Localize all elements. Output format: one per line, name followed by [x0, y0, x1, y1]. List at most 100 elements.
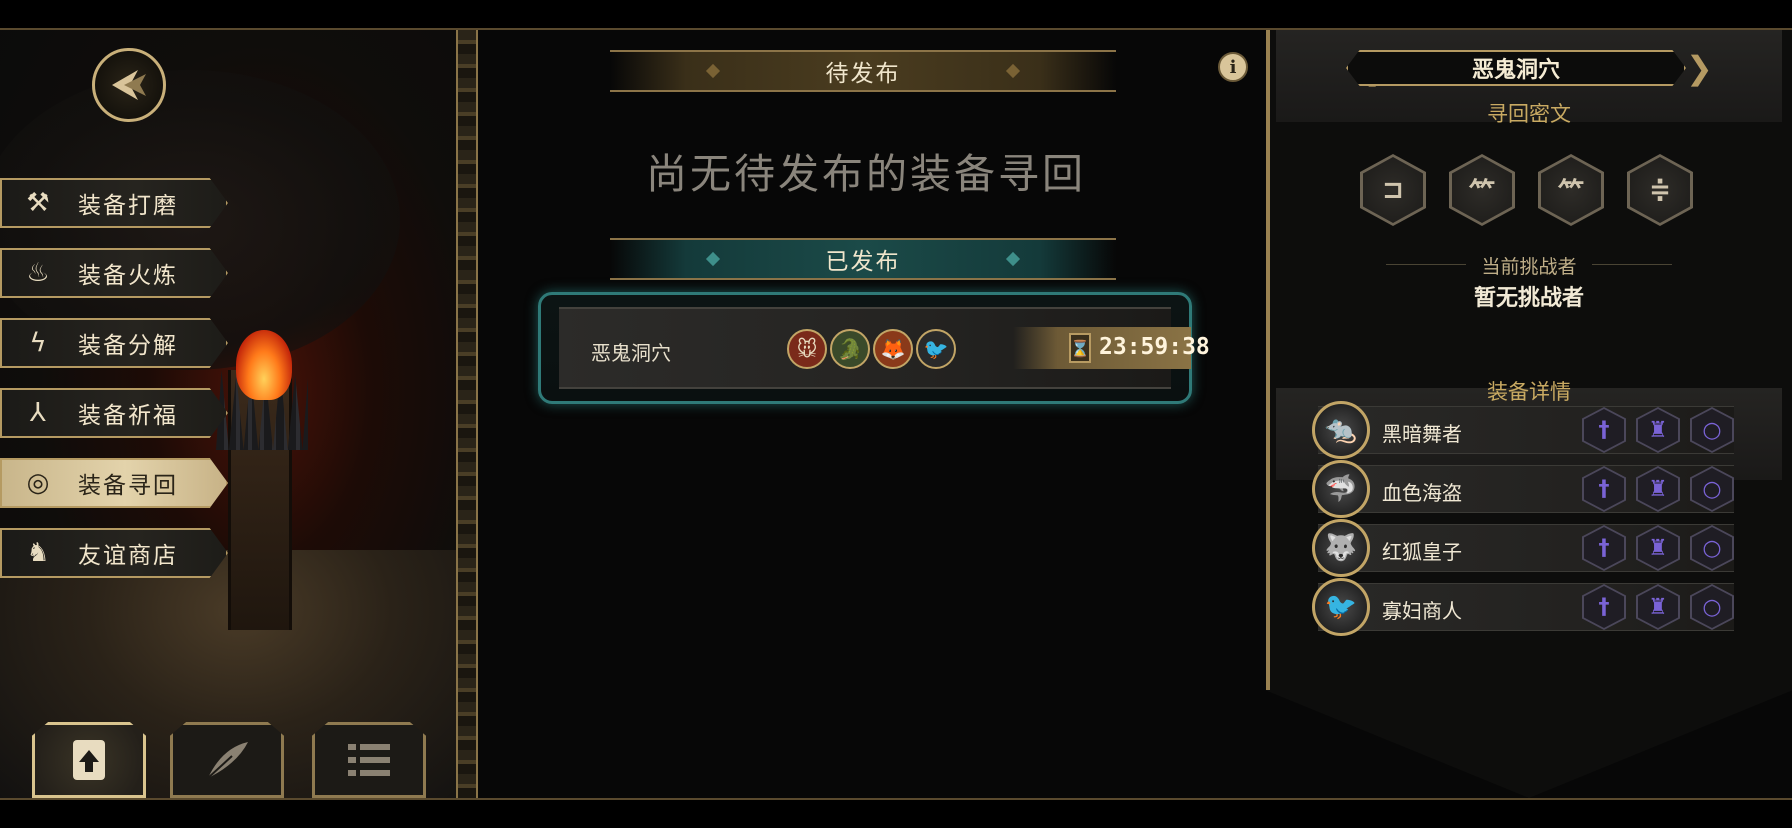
- magpie-portrait-icon: 🐦: [1312, 578, 1370, 636]
- menu-item-label: 装备分解: [78, 333, 178, 359]
- diamond-ornament: [705, 251, 721, 267]
- sword-slot-icon[interactable]: †: [1582, 525, 1626, 571]
- pending-banner: 待发布: [610, 50, 1116, 92]
- slot-glyph: ♜: [1648, 594, 1668, 620]
- ring-slot-icon[interactable]: ○: [1690, 407, 1734, 453]
- challenger-label: 当前挑战者: [1481, 256, 1577, 278]
- rune-icon: ⊐: [1382, 175, 1404, 205]
- magpie-hero-icon: 🐦: [916, 329, 956, 369]
- menu-item-1[interactable]: ♨ 装备火炼: [0, 248, 228, 298]
- ring-slot-icon[interactable]: ○: [1690, 466, 1734, 512]
- mouse-hero-icon: 🐭: [787, 329, 827, 369]
- secret-glyph-3[interactable]: ≑: [1627, 154, 1693, 226]
- armor-slot-icon[interactable]: ♜: [1636, 584, 1680, 630]
- hero-name: 寡妇商人: [1382, 599, 1462, 623]
- info-icon: i: [1229, 56, 1237, 78]
- ornamental-divider: [456, 30, 478, 798]
- wolf-portrait-icon: 🐺: [1312, 519, 1370, 577]
- secret-glyphs: ⊐ ⺮ ⺮ ≑: [1360, 154, 1716, 226]
- slot-glyph: †: [1598, 476, 1610, 502]
- hero-name: 黑暗舞者: [1382, 422, 1462, 446]
- slot-glyph: ○: [1702, 417, 1722, 443]
- crocodile-hero-icon: 🐊: [830, 329, 870, 369]
- hero-name: 红狐皇子: [1382, 540, 1462, 564]
- menu-item-2[interactable]: ϟ 装备分解: [0, 318, 228, 368]
- shark-portrait-icon: 🦈: [1312, 460, 1370, 518]
- slot-glyph: ♜: [1648, 535, 1668, 561]
- menu-item-4[interactable]: ◎ 装备寻回: [0, 458, 228, 508]
- menu-item-label: 装备寻回: [78, 473, 178, 499]
- rat-portrait-icon: 🐀: [1312, 401, 1370, 459]
- hero-row[interactable]: 🐀 黑暗舞者 † ♜ ○: [1312, 401, 1734, 459]
- lightning-icon: ϟ: [29, 328, 47, 358]
- armor-slot-icon[interactable]: ♜: [1636, 525, 1680, 571]
- hammer-icon: ⚒: [26, 188, 50, 218]
- hero-row[interactable]: 🦈 血色海盗 † ♜ ○: [1312, 460, 1734, 518]
- panel-border: [1266, 30, 1270, 690]
- list-icon: [343, 734, 395, 786]
- tab-upload[interactable]: [32, 722, 146, 798]
- challenger-value: 暂无挑战者: [1473, 285, 1584, 311]
- back-arrow-icon: [112, 70, 146, 100]
- diamond-ornament: [1005, 63, 1021, 79]
- praying-hands-icon: ⅄: [30, 398, 46, 428]
- slot-glyph: †: [1598, 535, 1610, 561]
- secret-glyph-2[interactable]: ⺮: [1538, 154, 1604, 226]
- flame-icon: ♨: [26, 258, 50, 288]
- slot-glyph: ♜: [1648, 417, 1668, 443]
- rune-icon: ⺮: [1468, 177, 1495, 208]
- quest-name: 恶鬼洞穴: [591, 341, 671, 365]
- secret-glyph-0[interactable]: ⊐: [1360, 154, 1426, 226]
- hourglass-icon: ⌛: [1069, 333, 1091, 363]
- armor-slot-icon[interactable]: ♜: [1636, 466, 1680, 512]
- menu-item-label: 装备火炼: [78, 263, 178, 289]
- rune-icon: ⺮: [1557, 177, 1584, 208]
- back-button[interactable]: [92, 48, 166, 122]
- sword-slot-icon[interactable]: †: [1582, 407, 1626, 453]
- published-label: 已发布: [825, 249, 901, 275]
- dungeon-title: 恶鬼洞穴: [1471, 57, 1560, 83]
- armor-slot-icon[interactable]: ♜: [1636, 407, 1680, 453]
- quest-timer: ⌛ 23:59:38: [1013, 327, 1210, 369]
- secret-label: 寻回密文: [1487, 102, 1571, 126]
- equipment-slots: † ♜ ○: [1582, 407, 1744, 453]
- menu-item-3[interactable]: ⅄ 装备祈福: [0, 388, 228, 438]
- quest-party: 🐭 🐊 🦊 🐦: [787, 329, 959, 369]
- menu-item-label: 装备祈福: [78, 403, 178, 429]
- published-banner: 已发布: [610, 238, 1116, 280]
- target-icon: ◎: [26, 468, 50, 498]
- ring-slot-icon[interactable]: ○: [1690, 584, 1734, 630]
- menu-item-label: 装备打磨: [78, 193, 178, 219]
- ring-slot-icon[interactable]: ○: [1690, 525, 1734, 571]
- published-quest-card[interactable]: 恶鬼洞穴 🐭 🐊 🦊 🐦 ⌛ 23:59:38: [538, 292, 1210, 404]
- menu-item-0[interactable]: ⚒ 装备打磨: [0, 178, 228, 228]
- tab-feather[interactable]: [170, 722, 284, 798]
- sword-slot-icon[interactable]: †: [1582, 466, 1626, 512]
- menu-item-5[interactable]: ♞ 友谊商店: [0, 528, 228, 578]
- dungeon-title-plate: 恶鬼洞穴: [1346, 50, 1686, 86]
- secret-glyph-1[interactable]: ⺮: [1449, 154, 1515, 226]
- diamond-ornament: [705, 63, 721, 79]
- hero-row[interactable]: 🐦 寡妇商人 † ♜ ○: [1312, 578, 1734, 636]
- divider-line: [1592, 264, 1672, 265]
- upload-file-icon: [63, 734, 115, 786]
- slot-glyph: †: [1598, 594, 1610, 620]
- fox-hero-icon: 🦊: [873, 329, 913, 369]
- slot-glyph: ○: [1702, 476, 1722, 502]
- feather-icon: [201, 734, 253, 786]
- tab-list[interactable]: [312, 722, 426, 798]
- hero-row[interactable]: 🐺 红狐皇子 † ♜ ○: [1312, 519, 1734, 577]
- slot-glyph: ♜: [1648, 476, 1668, 502]
- hero-name: 血色海盗: [1382, 481, 1462, 505]
- slot-glyph: ○: [1702, 535, 1722, 561]
- right-panel: ❮ 恶鬼洞穴 ❯ 寻回密文 ⊐⺮⺮≑ 当前挑战者 暂无挑战者 装备详情 🐀黑暗舞…: [1266, 30, 1792, 798]
- pending-label: 待发布: [825, 61, 901, 87]
- slot-glyph: †: [1598, 417, 1610, 443]
- equipment-slots: † ♜ ○: [1582, 584, 1744, 630]
- diamond-ornament: [1005, 251, 1021, 267]
- info-button[interactable]: i: [1218, 52, 1248, 82]
- equipment-slots: † ♜ ○: [1582, 525, 1744, 571]
- equipment-slots: † ♜ ○: [1582, 466, 1744, 512]
- sword-slot-icon[interactable]: †: [1582, 584, 1626, 630]
- left-menu: ⚒ 装备打磨 ♨ 装备火炼 ϟ 装备分解 ⅄ 装备祈福 ◎ 装备寻回 ♞ 友谊商店: [0, 178, 228, 598]
